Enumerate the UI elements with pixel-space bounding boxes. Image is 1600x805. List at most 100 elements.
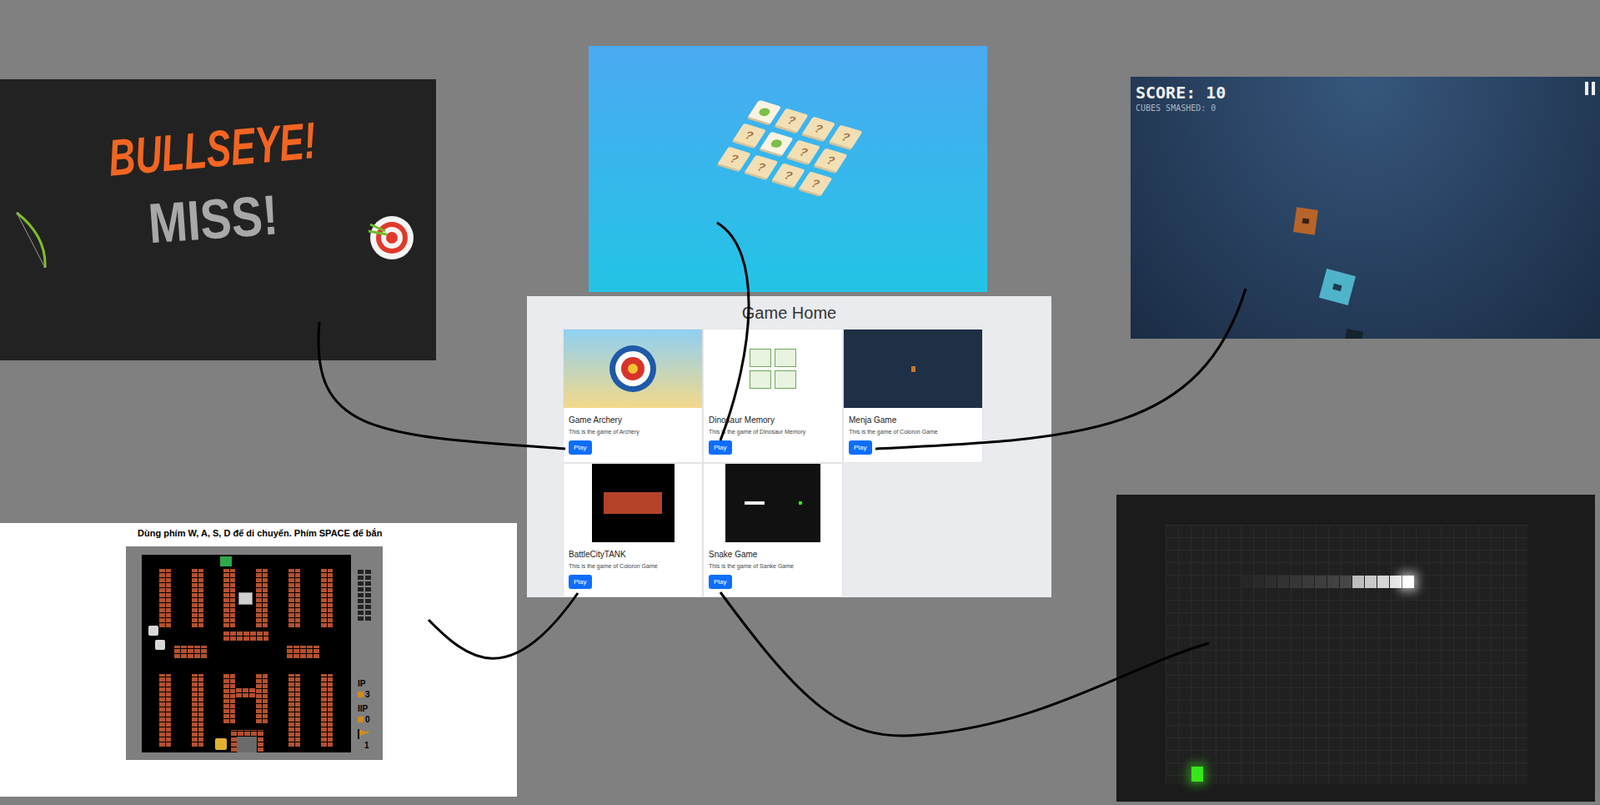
p2-label: IIP xyxy=(357,703,368,713)
game-description: This is the game of Dinosaur Memory xyxy=(708,427,806,437)
enemy-count-icon xyxy=(357,569,364,574)
card-label: ? xyxy=(812,121,826,135)
eagle-base-icon xyxy=(236,736,257,753)
game-card: Game ArcheryThis is the game of Archery P… xyxy=(562,328,703,463)
food xyxy=(1191,766,1204,782)
thumbnail-image xyxy=(843,329,983,408)
game-description: This is the game of Coloron Game xyxy=(848,427,938,437)
enemy-count-icon xyxy=(357,610,364,615)
snake-screen xyxy=(1116,494,1595,802)
teal-cube xyxy=(1319,268,1356,306)
enemy-count-icon xyxy=(365,610,372,615)
game-card: Dinosaur MemoryThis is the game of Dinos… xyxy=(702,328,843,463)
card-label: ? xyxy=(839,130,853,143)
enemy-count-icon xyxy=(357,616,364,621)
enemy-tank-icon xyxy=(155,639,166,650)
card-label: ? xyxy=(782,168,796,181)
enemy-count-icon xyxy=(357,581,364,586)
memory-card[interactable]: ? xyxy=(827,125,863,151)
enemy-count-icon xyxy=(365,592,372,597)
side-panel: IP 3 IIP 0 1 xyxy=(357,569,382,750)
play-button[interactable]: Play xyxy=(708,574,733,589)
game-description: This is the game of Archery xyxy=(568,427,640,437)
connectors xyxy=(0,0,1600,805)
card-body: Dinosaur MemoryThis is the game of Dinos… xyxy=(703,407,843,460)
connector xyxy=(318,321,566,449)
card-label: ? xyxy=(808,176,823,190)
game-description: This is the game of Sanke Game xyxy=(708,561,794,571)
stage: 1 xyxy=(357,740,372,750)
brick-wall xyxy=(235,687,256,698)
brick-wall xyxy=(285,645,320,659)
play-button[interactable]: Play xyxy=(848,440,873,455)
pause-icon[interactable] xyxy=(1584,81,1595,96)
home-title: Game Home xyxy=(742,304,837,322)
memory-board: ?????????? xyxy=(716,100,863,198)
card-picture xyxy=(769,138,784,149)
enemy-count-icon xyxy=(357,604,364,609)
target-icon xyxy=(366,212,416,261)
p1-label: IP xyxy=(357,678,366,688)
card-body: Menja GameThis is the game of Coloron Ga… xyxy=(843,407,983,460)
brick-wall xyxy=(255,568,268,628)
game-title: Game Archery xyxy=(568,415,622,426)
enemy-count-icon xyxy=(357,592,364,597)
game-thumbnail xyxy=(843,329,983,408)
snake xyxy=(1239,575,1415,588)
enemy-count-icon xyxy=(365,569,372,574)
game-grid: Game ArcheryThis is the game of Archery P… xyxy=(526,328,1052,597)
enemy-count-icon xyxy=(365,575,372,580)
memory-screen: ?????????? xyxy=(588,45,988,292)
thumbnail-image xyxy=(563,329,703,408)
p1-lives: 3 xyxy=(365,689,371,699)
game-card: Menja GameThis is the game of Coloron Ga… xyxy=(842,328,984,463)
brick-wall xyxy=(320,673,333,748)
memory-card[interactable]: ? xyxy=(797,170,833,197)
game-card: BattleCityTANKThis is the game of Coloro… xyxy=(562,462,703,597)
orange-cube xyxy=(1293,206,1319,235)
enemy-count-icon xyxy=(365,586,372,592)
brick-wall xyxy=(287,568,301,628)
enemy-count-icon xyxy=(365,581,372,586)
cubes-smashed: CUBES SMASHED: 0 xyxy=(1135,101,1216,115)
snake-grid xyxy=(1165,524,1528,784)
connector xyxy=(875,288,1246,449)
game-title: Menja Game xyxy=(848,415,897,426)
instructions: Dùng phím W, A, S, D để di chuyển. Phím … xyxy=(137,526,382,541)
brick-wall xyxy=(255,673,268,724)
game-title: BattleCityTANK xyxy=(568,549,627,560)
game-thumbnail xyxy=(703,463,843,542)
card-label: ? xyxy=(727,151,742,165)
game-title: Dinosaur Memory xyxy=(708,415,775,426)
brick-wall xyxy=(287,673,301,748)
memory-card[interactable]: ? xyxy=(812,147,848,174)
card-body: BattleCityTANKThis is the game of Coloro… xyxy=(563,541,703,594)
brick-wall xyxy=(222,673,236,724)
brick-wall xyxy=(222,630,269,642)
steel-block xyxy=(238,591,253,605)
archery-screen: BULLSEYE! MISS! xyxy=(0,79,437,361)
connector xyxy=(428,592,578,658)
dark-cube xyxy=(1344,328,1364,339)
game-thumbnail xyxy=(703,329,843,408)
play-button[interactable]: Play xyxy=(568,440,592,455)
bonus-icon xyxy=(220,556,232,567)
enemy-tank-icon xyxy=(148,625,159,636)
game-description: This is the game of Coloron Game xyxy=(568,561,658,571)
play-button[interactable]: Play xyxy=(708,440,733,455)
battle-field xyxy=(141,554,352,753)
result: MISS! xyxy=(146,186,281,252)
flag-icon xyxy=(357,728,372,739)
play-button[interactable]: Play xyxy=(568,574,592,589)
bow-icon xyxy=(13,210,51,270)
card-label: ? xyxy=(785,113,799,126)
brick-wall xyxy=(173,645,207,659)
brick-wall xyxy=(320,568,333,628)
tank-screen: Dùng phím W, A, S, D để di chuyển. Phím … xyxy=(0,522,517,797)
enemy-count-icon xyxy=(357,598,364,603)
p2-lives: 0 xyxy=(365,714,371,724)
player-tank-icon xyxy=(215,737,227,750)
connector xyxy=(720,591,1209,736)
brick-wall xyxy=(158,673,171,748)
card-label: ? xyxy=(824,153,838,166)
